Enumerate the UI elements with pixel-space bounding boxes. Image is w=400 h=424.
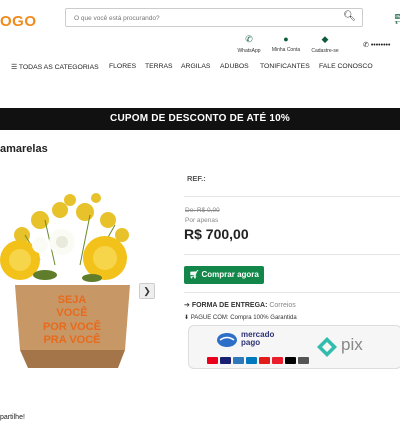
phone-number: •••••••• bbox=[370, 42, 391, 49]
arrow-down-icon: ⬇ bbox=[184, 315, 190, 321]
register-label: Cadastre-se bbox=[311, 48, 339, 54]
pix-label: pix bbox=[341, 335, 363, 354]
buy-now-button[interactable]: 🛒︎ Comprar agora bbox=[184, 266, 264, 284]
search-icon[interactable]: 🔍︎ bbox=[343, 11, 356, 22]
boleto-icon bbox=[298, 357, 309, 364]
share-label: partilhe! bbox=[0, 414, 25, 421]
hiper-icon bbox=[272, 357, 283, 364]
product-ref-label: REF.: bbox=[187, 174, 206, 183]
mp-line2: pago bbox=[241, 338, 261, 347]
arrow-right-icon: ➔ bbox=[184, 302, 190, 309]
nav-item-argilas[interactable]: ARGILAS bbox=[181, 63, 210, 70]
old-price: De: R$ 0,00 bbox=[185, 207, 220, 214]
whatsapp-label: WhatsApp bbox=[237, 48, 261, 54]
mercado-pago-icon bbox=[217, 333, 237, 347]
nav-all-categories[interactable]: ☰ TODAS AS CATEGORIAS bbox=[11, 63, 99, 71]
register-link[interactable]: ◆ Cadastre-se bbox=[300, 34, 350, 54]
divider bbox=[184, 196, 400, 197]
box-text-4: PRA VOCÊ bbox=[43, 333, 100, 346]
menu-icon: ☰ bbox=[11, 64, 18, 71]
box-text-1: SEJA bbox=[58, 294, 87, 306]
cart-icon: 🛒︎ bbox=[189, 270, 200, 279]
next-image-button[interactable]: ❯ bbox=[139, 283, 155, 299]
por-apenas-label: Por apenas bbox=[185, 217, 219, 224]
amex-icon bbox=[233, 357, 244, 364]
pix-icon bbox=[317, 337, 337, 357]
mastercard-icon bbox=[207, 357, 218, 364]
diners-icon bbox=[246, 357, 257, 364]
nav-item-terras[interactable]: TERRAS bbox=[145, 63, 173, 70]
cart-icon[interactable]: 🛒︎ bbox=[393, 11, 400, 25]
product-title: amarelas bbox=[0, 143, 48, 155]
card-brands bbox=[207, 351, 311, 369]
payment-info: ⬇ PAGUE COM: Compra 100% Garantida bbox=[184, 314, 297, 321]
divider bbox=[184, 292, 400, 293]
nav-item-tonificantes[interactable]: TONIFICANTES bbox=[260, 63, 310, 70]
payment-methods-box: mercado pago pix bbox=[188, 325, 400, 369]
product-price: R$ 700,00 bbox=[184, 226, 249, 242]
buy-now-label: Comprar agora bbox=[201, 270, 259, 279]
nav-item-label: TODAS AS CATEGORIAS bbox=[18, 64, 99, 71]
nav-item-flores[interactable]: FLORES bbox=[109, 63, 136, 70]
discount-banner[interactable]: CUPOM DE DESCONTO DE ATÉ 10% bbox=[0, 108, 400, 130]
nav-item-fale-conosco[interactable]: FALE CONOSCO bbox=[319, 63, 373, 70]
phone-contact[interactable]: ✆ •••••••• bbox=[363, 41, 390, 49]
box-text-2: VOCÊ bbox=[56, 306, 87, 319]
shipping-value: Correios bbox=[269, 302, 296, 309]
nav-item-adubos[interactable]: ADUBOS bbox=[220, 63, 249, 70]
elo-icon bbox=[285, 357, 296, 364]
account-label: Minha Conta bbox=[271, 47, 301, 53]
product-image[interactable]: SEJA VOCÊ POR VOCÊ PRA VOCÊ bbox=[0, 190, 140, 375]
search-bar[interactable]: 🔍︎ bbox=[65, 8, 363, 27]
divider bbox=[184, 254, 400, 255]
mercado-pago-logo: mercado pago bbox=[241, 331, 274, 347]
box-text-3: POR VOCÊ bbox=[43, 320, 101, 333]
chevron-right-icon: ❯ bbox=[143, 286, 151, 296]
shipping-label: FORMA DE ENTREGA: bbox=[191, 302, 268, 309]
payment-label: PAGUE COM: bbox=[190, 315, 229, 321]
payment-value: Compra 100% Garantida bbox=[230, 315, 297, 321]
search-input[interactable] bbox=[72, 11, 336, 25]
main-nav: ☰ TODAS AS CATEGORIAS FLORES TERRAS ARGI… bbox=[0, 60, 400, 74]
hipercard-icon bbox=[259, 357, 270, 364]
visa-icon bbox=[220, 357, 231, 364]
shipping-info: ➔ FORMA DE ENTREGA: Correios bbox=[184, 301, 296, 309]
site-logo[interactable]: OGO bbox=[0, 13, 37, 30]
register-icon: ◆ bbox=[321, 34, 329, 44]
phone-icon: ✆ bbox=[363, 42, 369, 49]
